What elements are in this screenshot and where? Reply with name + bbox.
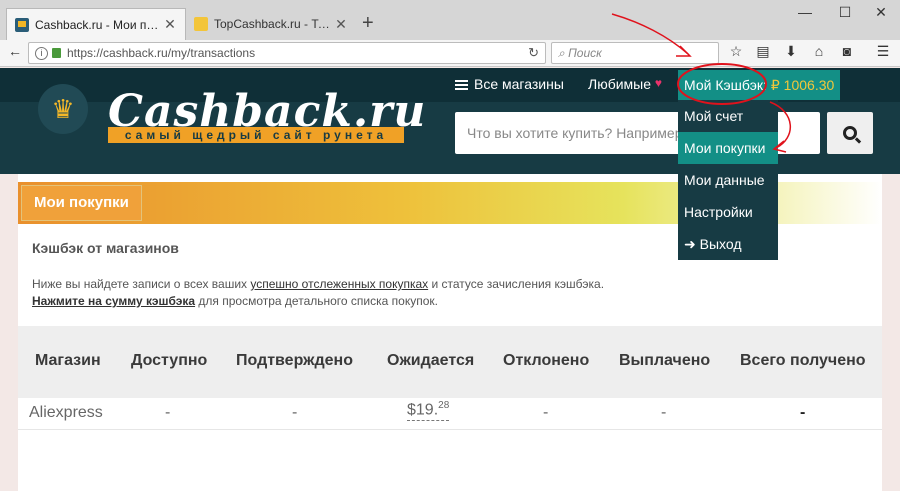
section-title: Кэшбэк от магазинов [32, 240, 179, 256]
hamburger-icon [455, 80, 468, 90]
tab-title: TopCashback.ru - Топ лучш [214, 17, 334, 31]
favorites-label: Любимые [588, 76, 651, 92]
download-icon[interactable]: ⬇ [780, 43, 802, 60]
close-tab-icon[interactable]: ✕ [334, 16, 348, 33]
minimize-button[interactable]: — [790, 4, 820, 20]
browser-search-input[interactable]: ⌕ Поиск [551, 42, 719, 64]
cashback-balance: ₽ 1006.30 [770, 77, 835, 93]
url-text: https://cashback.ru/my/transactions [67, 46, 256, 60]
cell-paid: - [661, 404, 667, 421]
cell-rejected: - [543, 404, 549, 421]
lock-icon [52, 48, 61, 58]
maximize-button[interactable]: ☐ [830, 4, 860, 21]
back-arrow-icon[interactable]: ← [4, 43, 26, 59]
close-window-button[interactable]: ✕ [866, 4, 896, 21]
my-cashback-dropdown: Мой счет Мои покупки Мои данные Настройк… [678, 100, 778, 260]
pocket-icon[interactable]: ◙ [836, 43, 858, 59]
site-search-placeholder: Что вы хотите купить? Например [467, 125, 683, 141]
column-header-available: Доступно [131, 352, 208, 369]
url-bar[interactable]: i https://cashback.ru/my/transactions ↻ [28, 42, 546, 64]
site-search-button[interactable] [827, 112, 873, 154]
desc2-suffix: для просмотра детального списка покупок. [195, 294, 438, 308]
logout-label: Выход [699, 236, 742, 252]
tracked-purchases-link[interactable]: успешно отслеженных покупках [250, 277, 428, 291]
tab-cashback[interactable]: Cashback.ru - Мои покупки ✕ [6, 8, 186, 40]
topcashback-favicon-icon [194, 17, 208, 31]
all-stores-link[interactable]: Все магазины [455, 76, 564, 92]
dropdown-item-settings[interactable]: Настройки [678, 196, 778, 228]
search-icon [843, 126, 857, 140]
close-tab-icon[interactable]: ✕ [163, 16, 177, 33]
column-header-paid: Выплачено [619, 352, 711, 369]
store-name: Aliexpress [29, 404, 103, 421]
description-line-1: Ниже вы найдете записи о всех ваших успе… [32, 276, 604, 293]
dropdown-item-my-account[interactable]: Мой счет [678, 100, 778, 132]
browser-tab-bar: Cashback.ru - Мои покупки ✕ TopCashback.… [0, 0, 900, 40]
cell-total: - [800, 404, 806, 421]
table-row: Aliexpress - - $19.28 - - - [18, 398, 882, 430]
logout-icon: ➜ [684, 236, 696, 252]
heart-icon: ♥ [654, 76, 663, 90]
tab-title: Cashback.ru - Мои покупки [35, 17, 163, 32]
new-tab-button[interactable]: + [362, 12, 374, 35]
table-header: Магазин Доступно Подтверждено Ожидается … [18, 326, 882, 398]
pending-amount-main: $19. [407, 401, 439, 419]
desc-suffix: и статусе зачисления кэшбэка. [428, 277, 605, 291]
search-icon: ⌕ [558, 46, 565, 60]
pending-amount-cents: 28 [438, 400, 450, 411]
site-tagline: самый щедрый сайт рунета [108, 127, 404, 143]
dropdown-item-logout[interactable]: ➜ Выход [678, 228, 778, 260]
column-header-rejected: Отклонено [503, 352, 590, 369]
pending-amount[interactable]: $19.28 [407, 400, 450, 422]
library-icon[interactable]: ▤ [752, 43, 774, 60]
column-header-total: Всего получено [740, 352, 866, 369]
reload-icon[interactable]: ↻ [528, 45, 539, 61]
column-header-store: Магазин [35, 352, 101, 369]
cashback-favicon-icon [15, 17, 29, 32]
home-icon[interactable]: ⌂ [808, 43, 830, 59]
page-title: Мои покупки [21, 185, 142, 221]
all-stores-label: Все магазины [474, 76, 564, 92]
cell-confirmed: - [292, 404, 298, 421]
browser-nav-bar: ← i https://cashback.ru/my/transactions … [0, 40, 900, 67]
crown-icon[interactable]: ♛ [38, 84, 88, 134]
page-description: Ниже вы найдете записи о всех ваших успе… [32, 276, 604, 310]
my-cashback-label: Мой Кэшбэк: [684, 77, 767, 93]
description-line-2: Нажмите на сумму кэшбэка для просмотра д… [32, 293, 604, 310]
favorites-link[interactable]: Любимые ♥ [588, 76, 662, 92]
info-icon[interactable]: i [35, 46, 48, 60]
menu-icon[interactable]: ☰ [872, 43, 894, 60]
my-cashback-button[interactable]: Мой Кэшбэк: ₽ 1006.30 [678, 70, 841, 100]
cell-available: - [165, 404, 171, 421]
column-header-pending: Ожидается [387, 352, 475, 369]
cashback-amount-hint: Нажмите на сумму кэшбэка [32, 294, 196, 308]
tab-topcashback[interactable]: TopCashback.ru - Топ лучш ✕ [186, 8, 356, 40]
desc-prefix: Ниже вы найдете записи о всех ваших [32, 277, 251, 291]
search-placeholder: Поиск [568, 46, 602, 60]
bookmark-star-icon[interactable]: ☆ [725, 43, 747, 60]
column-header-confirmed: Подтверждено [236, 352, 353, 369]
dropdown-item-my-purchases[interactable]: Мои покупки [678, 132, 778, 164]
dropdown-item-my-data[interactable]: Мои данные [678, 164, 778, 196]
